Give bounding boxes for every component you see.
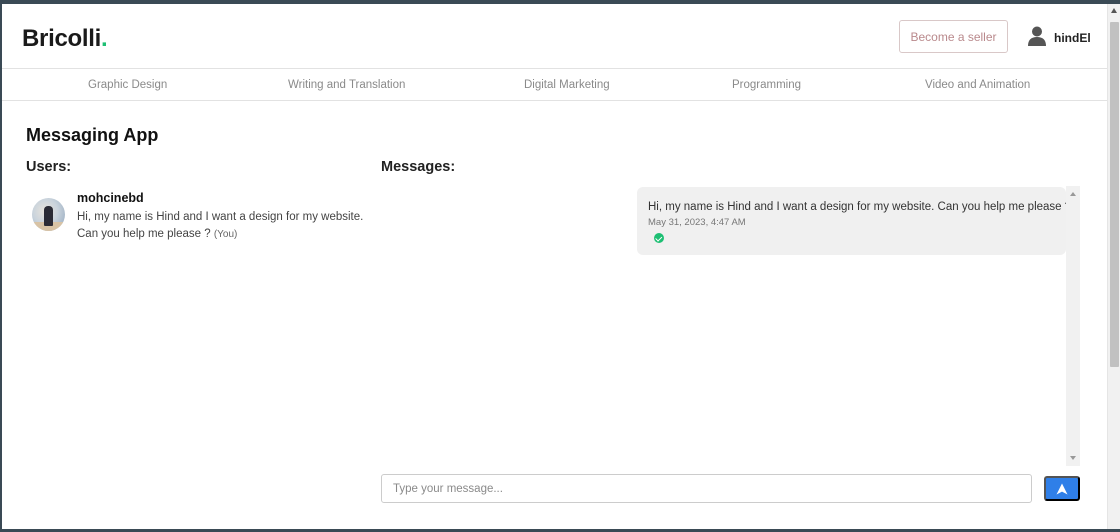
logo-text: Bricolli (22, 25, 101, 52)
messages-panel[interactable]: Hi, my name is Hind and I want a design … (381, 186, 1080, 466)
category-digital-marketing[interactable]: Digital Marketing (524, 79, 610, 91)
category-graphic-design[interactable]: Graphic Design (88, 79, 167, 91)
send-icon (1056, 483, 1068, 494)
you-tag: (You) (213, 229, 238, 240)
page-scrollbar-thumb[interactable] (1110, 22, 1119, 367)
message-bubble: Hi, my name is Hind and I want a design … (637, 187, 1072, 255)
message-input[interactable] (381, 474, 1032, 503)
page-title: Messaging App (26, 125, 159, 145)
page-scrollbar[interactable] (1107, 4, 1120, 529)
message-timestamp: May 31, 2023, 4:47 AM (648, 217, 746, 228)
messages-scrollbar[interactable] (1066, 186, 1080, 466)
scroll-down-arrow-icon[interactable] (1070, 456, 1076, 460)
scroll-up-arrow-icon[interactable] (1111, 8, 1117, 13)
user-icon[interactable] (1028, 26, 1046, 46)
user-list-item[interactable]: mohcinebd Hi, my name is Hind and I want… (26, 188, 366, 246)
messages-heading: Messages: (381, 159, 456, 175)
user-last-message: Hi, my name is Hind and I want a design … (77, 209, 367, 243)
message-text: Hi, my name is Hind and I want a design … (648, 201, 1072, 213)
become-seller-button[interactable]: Become a seller (899, 20, 1008, 53)
category-writing-translation[interactable]: Writing and Translation (288, 79, 405, 91)
check-circle-icon (654, 233, 664, 243)
avatar (32, 198, 65, 231)
user-name: mohcinebd (77, 191, 144, 205)
logo-dot: . (100, 25, 108, 52)
logo[interactable]: Bricolli. (22, 25, 108, 53)
category-programming[interactable]: Programming (732, 79, 801, 91)
top-header: Bricolli. Become a seller hindEl (2, 4, 1107, 69)
scroll-up-arrow-icon[interactable] (1070, 192, 1076, 196)
username-label[interactable]: hindEl (1054, 31, 1091, 45)
users-heading: Users: (26, 159, 72, 175)
category-nav: Graphic Design Writing and Translation D… (2, 70, 1107, 101)
send-button[interactable] (1044, 476, 1080, 501)
avatar-figure (44, 206, 53, 226)
category-video-animation[interactable]: Video and Animation (925, 79, 1030, 91)
